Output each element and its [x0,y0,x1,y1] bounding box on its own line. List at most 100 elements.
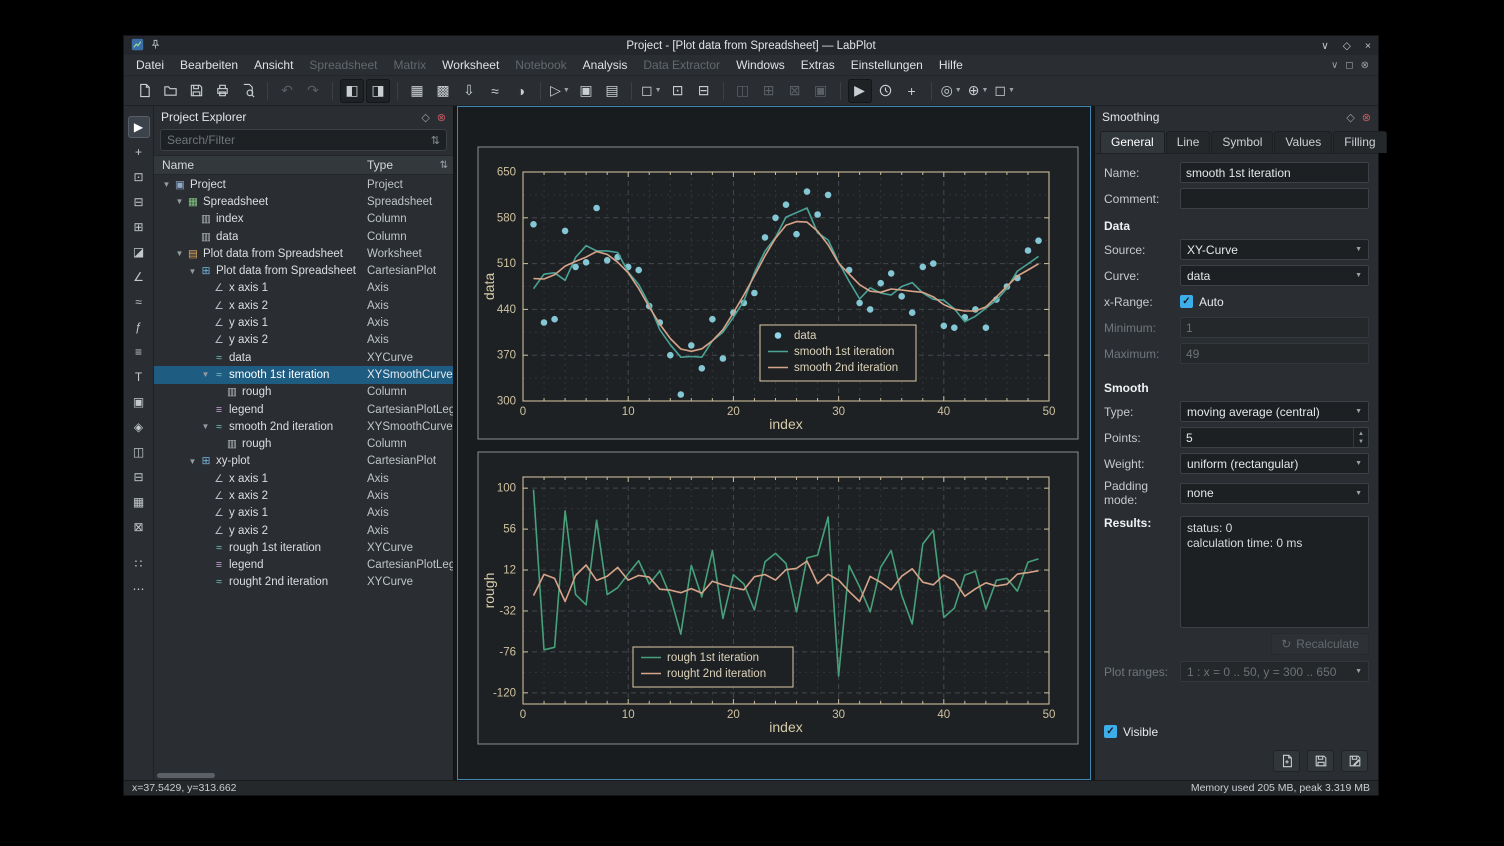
zoom-mode-button[interactable]: ⊕▼ [966,79,991,103]
search-input[interactable] [167,133,431,147]
expander-open-icon[interactable]: ▼ [186,267,199,276]
selection-mode-button[interactable]: ◻▼ [992,79,1017,103]
plot-background[interactable] [478,452,1078,744]
new-folder-button[interactable]: ▣ [574,79,598,103]
plot-legend[interactable]: datasmooth 1st iterationsmooth 2nd itera… [760,325,916,381]
add-equation-curve-button[interactable]: ƒ [128,316,150,338]
tree-row-legend-cartesianplotlegend[interactable]: ≡legendCartesianPlotLegend [154,401,453,418]
tree-row-x-axis-1-axis[interactable]: ∠x axis 1Axis [154,280,453,297]
menu-windows[interactable]: Windows [728,57,793,73]
open-project-button[interactable] [158,79,182,103]
close-button[interactable]: × [1365,40,1371,52]
navigate-mode-button[interactable]: ◎▼ [939,79,964,103]
tree-row-plot-data-from-spreadsheet-worksheet[interactable]: ▼▤Plot data from SpreadsheetWorksheet [154,245,453,262]
menu-einstellungen[interactable]: Einstellungen [843,57,931,73]
maximize-button[interactable]: ◇ [1343,40,1351,52]
new-project-button[interactable] [132,79,156,103]
tab-values[interactable]: Values [1274,131,1332,153]
no-layout-button[interactable]: ⊠ [128,516,150,538]
padding-mode-select[interactable]: none▼ [1180,483,1369,504]
worksheet-canvas[interactable]: 01020304050300370440510580650indexdatada… [458,107,1091,780]
visible-checkbox[interactable]: ✓ [1104,725,1117,738]
close-panel-icon[interactable]: ⊗ [437,111,446,124]
tree-row-index-column[interactable]: ▥indexColumn [154,211,453,228]
points-field[interactable] [1181,428,1353,447]
source-select[interactable]: XY-Curve▼ [1180,239,1369,260]
tree-row-smooth-2nd-iteration-xysmoothcurve[interactable]: ▼≈smooth 2nd iterationXYSmoothCurve [154,418,453,435]
tree-row-plot-data-from-spreadsheet-cartesianplot[interactable]: ▼⊞Plot data from SpreadsheetCartesianPlo… [154,262,453,279]
zoom-y-mode-button[interactable]: ⊞ [128,216,150,238]
fit-selection-button[interactable]: ⊡ [666,79,690,103]
history-button[interactable] [874,79,898,103]
tree-row-rought-2nd-iteration-xycurve[interactable]: ≈rought 2nd iterationXYCurve [154,574,453,591]
add-text-label-button[interactable]: T [128,366,150,388]
mdi-close-icon[interactable]: ⊗ [1361,60,1369,71]
new-curve-button[interactable]: ≈ [483,79,507,103]
auto-checkbox[interactable]: ✓ [1180,295,1193,308]
expander-open-icon[interactable]: ▼ [160,180,173,189]
sort-icon[interactable]: ⇅ [440,160,448,171]
snap-options-button[interactable]: ∷ [128,553,150,575]
vertical-layout-button[interactable]: ◫ [128,441,150,463]
save-config-button[interactable] [1307,750,1334,772]
import-data-button[interactable]: ⇩ [457,79,481,103]
horizontal-layout-button[interactable]: ⊟ [128,466,150,488]
zoom-x-mode-button[interactable]: ⊟ [128,191,150,213]
load-config-button[interactable] [1273,750,1300,772]
expander-open-icon[interactable]: ▼ [173,249,186,258]
tab-filling[interactable]: Filling [1333,131,1386,153]
toggle-project-explorer-button[interactable]: ◧ [340,79,364,103]
plot-legend[interactable]: rough 1st iterationrought 2nd iteration [633,647,793,687]
cursor-tool-button[interactable]: + [900,79,924,103]
tab-line[interactable]: Line [1166,131,1211,153]
add-info-element-button[interactable]: ◈ [128,416,150,438]
tree-row-x-axis-1-axis[interactable]: ∠x axis 1Axis [154,470,453,487]
menu-datei[interactable]: Datei [128,57,172,73]
new-spreadsheet-button[interactable]: ▦ [405,79,429,103]
tree-row-data-column[interactable]: ▥dataColumn [154,228,453,245]
tab-general[interactable]: General [1100,131,1165,153]
pin-icon[interactable] [150,39,161,53]
tree-row-x-axis-2-axis[interactable]: ∠x axis 2Axis [154,297,453,314]
print-button[interactable] [210,79,234,103]
comment-field[interactable] [1180,188,1369,209]
plot-background[interactable] [478,147,1078,439]
expander-open-icon[interactable]: ▼ [199,370,212,379]
zoom-button[interactable]: ◻▼ [639,79,664,103]
tab-symbol[interactable]: Symbol [1211,131,1273,153]
mdi-restore-icon[interactable]: ∨ [1331,60,1338,71]
menu-worksheet[interactable]: Worksheet [434,57,507,73]
worksheet-view[interactable]: 01020304050300370440510580650indexdatada… [457,106,1091,780]
more-options-button[interactable]: ⋯ [128,578,150,600]
tree-row-smooth-1st-iteration-xysmoothcurve[interactable]: ▼≈smooth 1st iterationXYSmoothCurve [154,366,453,383]
color-maps-button[interactable]: ◑ [509,79,533,103]
float-dock-icon[interactable]: ◇ [1346,111,1354,124]
fit-page-button[interactable]: ⊟ [692,79,716,103]
tree-row-x-axis-2-axis[interactable]: ∠x axis 2Axis [154,487,453,504]
tree-row-xy-plot-cartesianplot[interactable]: ▼⊞xy-plotCartesianPlot [154,453,453,470]
start-streaming-button[interactable]: ▶ [848,79,872,103]
add-curve-button[interactable]: ≈ [128,291,150,313]
float-panel-icon[interactable]: ◇ [421,111,429,124]
tree-row-project-project[interactable]: ▼▣ProjectProject [154,176,453,193]
tree-row-data-xycurve[interactable]: ≈dataXYCurve [154,349,453,366]
mdi-maximize-icon[interactable]: ◻ [1345,60,1353,71]
print-preview-button[interactable] [236,79,260,103]
tree-row-rough-column[interactable]: ▥roughColumn [154,384,453,401]
menu-hilfe[interactable]: Hilfe [931,57,971,73]
new-worksheet-button[interactable]: ▷▼ [548,79,572,103]
tree-row-rough-column[interactable]: ▥roughColumn [154,435,453,452]
zoom-select-mode-button[interactable]: ⊡ [128,166,150,188]
add-image-button[interactable]: ▣ [128,391,150,413]
tree-row-y-axis-2-axis[interactable]: ∠y axis 2Axis [154,332,453,349]
menu-extras[interactable]: Extras [793,57,843,73]
tree-row-legend-cartesianplotlegend[interactable]: ≡legendCartesianPlotLegend [154,557,453,574]
weight-select[interactable]: uniform (rectangular)▼ [1180,453,1369,474]
spin-arrows-icon[interactable]: ▲▼ [1353,428,1368,447]
column-header-name[interactable]: Name [154,158,194,172]
new-note-button[interactable]: ▤ [600,79,624,103]
type-select[interactable]: moving average (central)▼ [1180,401,1369,422]
save-project-button[interactable] [184,79,208,103]
tree-row-rough-1st-iteration-xycurve[interactable]: ≈rough 1st iterationXYCurve [154,539,453,556]
menu-analysis[interactable]: Analysis [575,57,636,73]
